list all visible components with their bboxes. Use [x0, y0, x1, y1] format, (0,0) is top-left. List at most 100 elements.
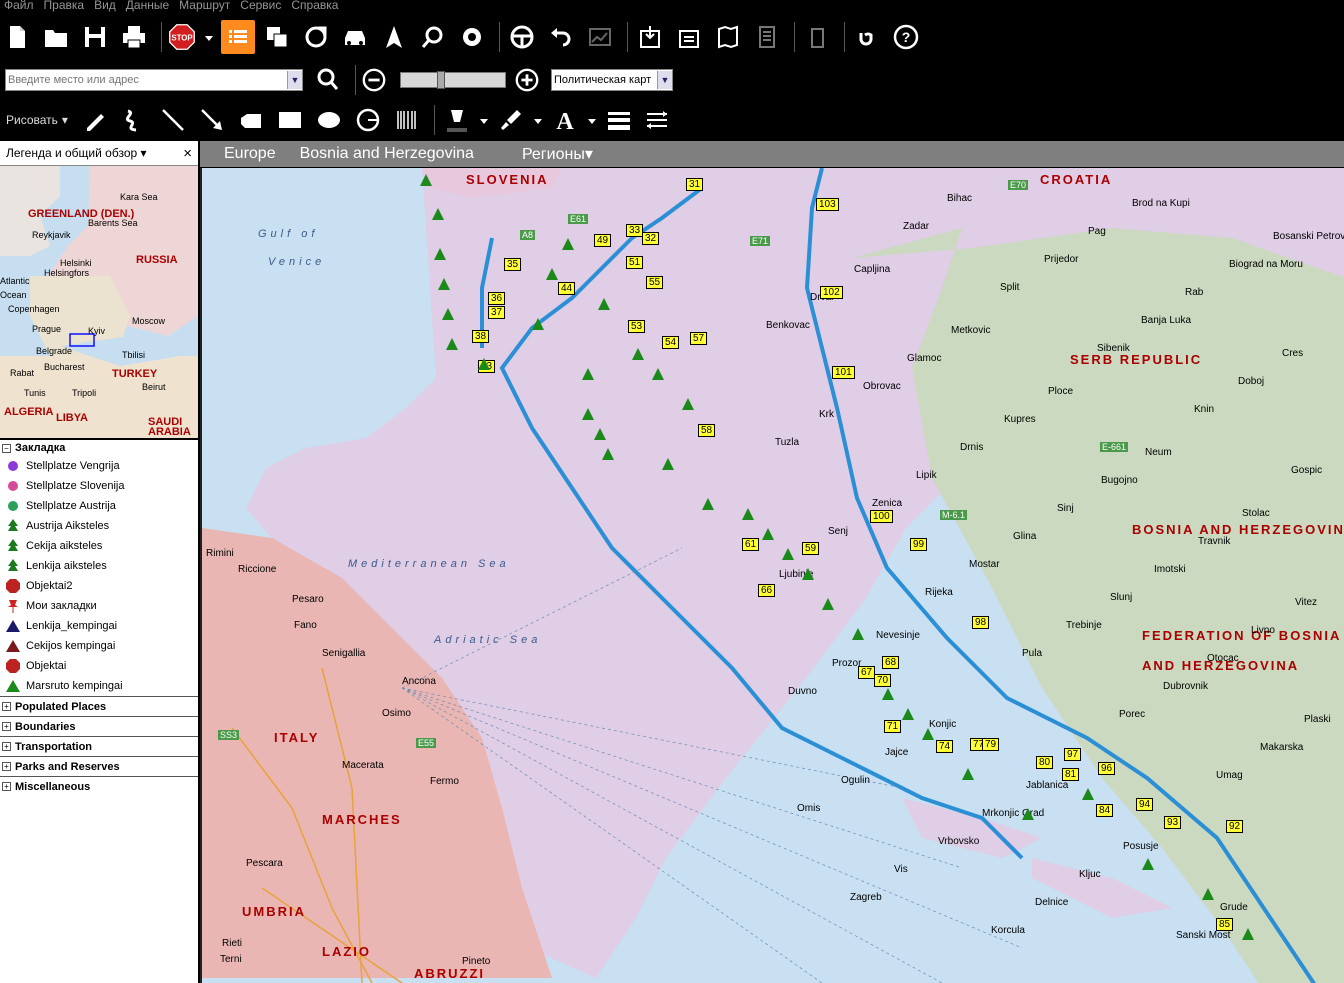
route-arrow-icon[interactable]	[299, 20, 333, 54]
menu-item[interactable]: Сервис	[240, 0, 281, 12]
route-waypoint-label[interactable]: 85	[1216, 918, 1234, 931]
menu-item[interactable]: Правка	[44, 0, 85, 12]
chevron-down-icon[interactable]	[202, 20, 216, 54]
radius-circle-icon[interactable]	[351, 103, 385, 137]
expand-icon[interactable]: +	[2, 762, 11, 771]
route-waypoint-label[interactable]: 51	[626, 256, 644, 269]
steering-wheel-icon[interactable]	[505, 20, 539, 54]
stop-icon[interactable]: STOP	[167, 20, 197, 54]
legend-category[interactable]: + Miscellaneous	[0, 776, 198, 796]
freehand-icon[interactable]	[117, 103, 151, 137]
route-waypoint-label[interactable]: 93	[1164, 816, 1182, 829]
bookmark-item[interactable]: Lenkija_kempingai	[0, 616, 198, 636]
chevron-down-icon[interactable]: ▼	[287, 71, 302, 89]
route-waypoint-label[interactable]: 94	[1136, 798, 1154, 811]
search-box[interactable]: ▼	[5, 69, 303, 91]
route-waypoint-label[interactable]: 49	[594, 234, 612, 247]
route-waypoint-label[interactable]: 103	[816, 198, 839, 211]
bookmark-item[interactable]: Stellplatze Austrija	[0, 496, 198, 516]
collapse-icon[interactable]: −	[2, 443, 11, 453]
zoom-out-icon[interactable]	[361, 63, 387, 97]
map-style-select[interactable]: Политическая карт ▼	[551, 69, 673, 91]
arrow-line-icon[interactable]	[195, 103, 229, 137]
gps-device-icon[interactable]	[800, 20, 834, 54]
expand-icon[interactable]: +	[2, 782, 11, 791]
brush-icon[interactable]	[494, 103, 528, 137]
bookmark-item[interactable]: Austrija Aiksteles	[0, 516, 198, 536]
route-waypoint-label[interactable]: 37	[488, 306, 506, 319]
route-waypoint-label[interactable]: 32	[642, 232, 660, 245]
route-waypoint-label[interactable]: 70	[874, 674, 892, 687]
print-icon[interactable]	[117, 20, 151, 54]
route-waypoint-label[interactable]: 96	[1098, 762, 1116, 775]
car-icon[interactable]	[338, 20, 372, 54]
help-icon[interactable]: ?	[889, 20, 923, 54]
chevron-down-icon[interactable]: ▼	[657, 71, 672, 89]
route-waypoint-label[interactable]: 53	[628, 320, 646, 333]
copy-icon[interactable]	[260, 20, 294, 54]
bookmark-item[interactable]: Cekija aiksteles	[0, 536, 198, 556]
shape-icon[interactable]	[234, 103, 268, 137]
route-waypoint-label[interactable]: 68	[882, 656, 900, 669]
bookmark-item[interactable]: Мои закладки	[0, 596, 198, 616]
pencil-icon[interactable]	[78, 103, 112, 137]
route-waypoint-label[interactable]: 38	[472, 330, 490, 343]
route-waypoint-label[interactable]: 66	[758, 584, 776, 597]
save-icon[interactable]	[78, 20, 112, 54]
legend-category[interactable]: + Populated Places	[0, 696, 198, 716]
gear-icon[interactable]	[455, 20, 489, 54]
legend-category[interactable]: + Boundaries	[0, 716, 198, 736]
bookmark-item[interactable]: Stellplatze Vengrija	[0, 456, 198, 476]
legend-panel-title[interactable]: Легенда и общий обзор ▾	[6, 146, 147, 160]
route-waypoint-label[interactable]: 74	[936, 740, 954, 753]
list-view-icon[interactable]	[221, 20, 255, 54]
close-icon[interactable]: ×	[183, 145, 192, 162]
barcode-icon[interactable]	[390, 103, 424, 137]
route-waypoint-label[interactable]: 84	[1096, 804, 1114, 817]
bookmark-item[interactable]: Objektai2	[0, 576, 198, 596]
bookmark-item[interactable]: Marsruto kempingai	[0, 676, 198, 696]
map-book-icon[interactable]	[711, 20, 745, 54]
route-waypoint-label[interactable]: 71	[884, 720, 902, 733]
expand-icon[interactable]: +	[2, 742, 11, 751]
text-tool-icon[interactable]: A	[548, 103, 582, 137]
route-waypoint-label[interactable]: 35	[504, 258, 522, 271]
zoom-slider-thumb[interactable]	[437, 71, 445, 89]
legend-category[interactable]: + Parks and Reserves	[0, 756, 198, 776]
chart-icon[interactable]	[583, 20, 617, 54]
breadcrumb-europe[interactable]: Europe	[224, 145, 276, 163]
route-waypoint-label[interactable]: 59	[802, 542, 820, 555]
route-waypoint-label[interactable]: 99	[910, 538, 928, 551]
route-waypoint-label[interactable]: 31	[686, 178, 704, 191]
expand-icon[interactable]: +	[2, 722, 11, 731]
overview-map[interactable]: GREENLAND (DEN.) Kara Sea Reykjavik Barents…	[0, 166, 198, 440]
open-folder-icon[interactable]	[39, 20, 73, 54]
route-waypoint-label[interactable]: 80	[1036, 756, 1054, 769]
menu-item[interactable]: Вид	[94, 0, 116, 12]
expand-icon[interactable]: +	[2, 702, 11, 711]
menu-item[interactable]: Данные	[126, 0, 169, 12]
route-waypoint-label[interactable]: 102	[820, 286, 843, 299]
route-waypoint-label[interactable]: 98	[972, 616, 990, 629]
legend-category[interactable]: + Transportation	[0, 736, 198, 756]
line-weight-icon[interactable]	[602, 103, 636, 137]
menu-item[interactable]: Справка	[291, 0, 338, 12]
find-nearby-icon[interactable]	[416, 20, 450, 54]
route-waypoint-label[interactable]: 44	[558, 282, 576, 295]
route-waypoint-label[interactable]: 61	[742, 538, 760, 551]
bookmark-item[interactable]: Cekijos kempingai	[0, 636, 198, 656]
route-waypoint-label[interactable]: 54	[662, 336, 680, 349]
route-waypoint-label[interactable]: 97	[1064, 748, 1082, 761]
bookmarks-header[interactable]: − Закладка	[0, 440, 198, 456]
zoom-in-icon[interactable]	[514, 63, 540, 97]
export-icon[interactable]	[672, 20, 706, 54]
chevron-down-icon[interactable]	[587, 103, 597, 137]
map-view[interactable]: SLOVENIA CROATIA SERB REPUBLIC BOSNIA AND H…	[200, 168, 1344, 983]
zoom-slider[interactable]	[400, 71, 506, 89]
redo-loop-icon[interactable]	[850, 20, 884, 54]
swap-arrows-icon[interactable]	[641, 103, 675, 137]
bookmark-item[interactable]: Lenkija aiksteles	[0, 556, 198, 576]
chevron-down-icon[interactable]	[479, 103, 489, 137]
route-waypoint-label[interactable]: 57	[690, 332, 708, 345]
chevron-down-icon[interactable]	[533, 103, 543, 137]
